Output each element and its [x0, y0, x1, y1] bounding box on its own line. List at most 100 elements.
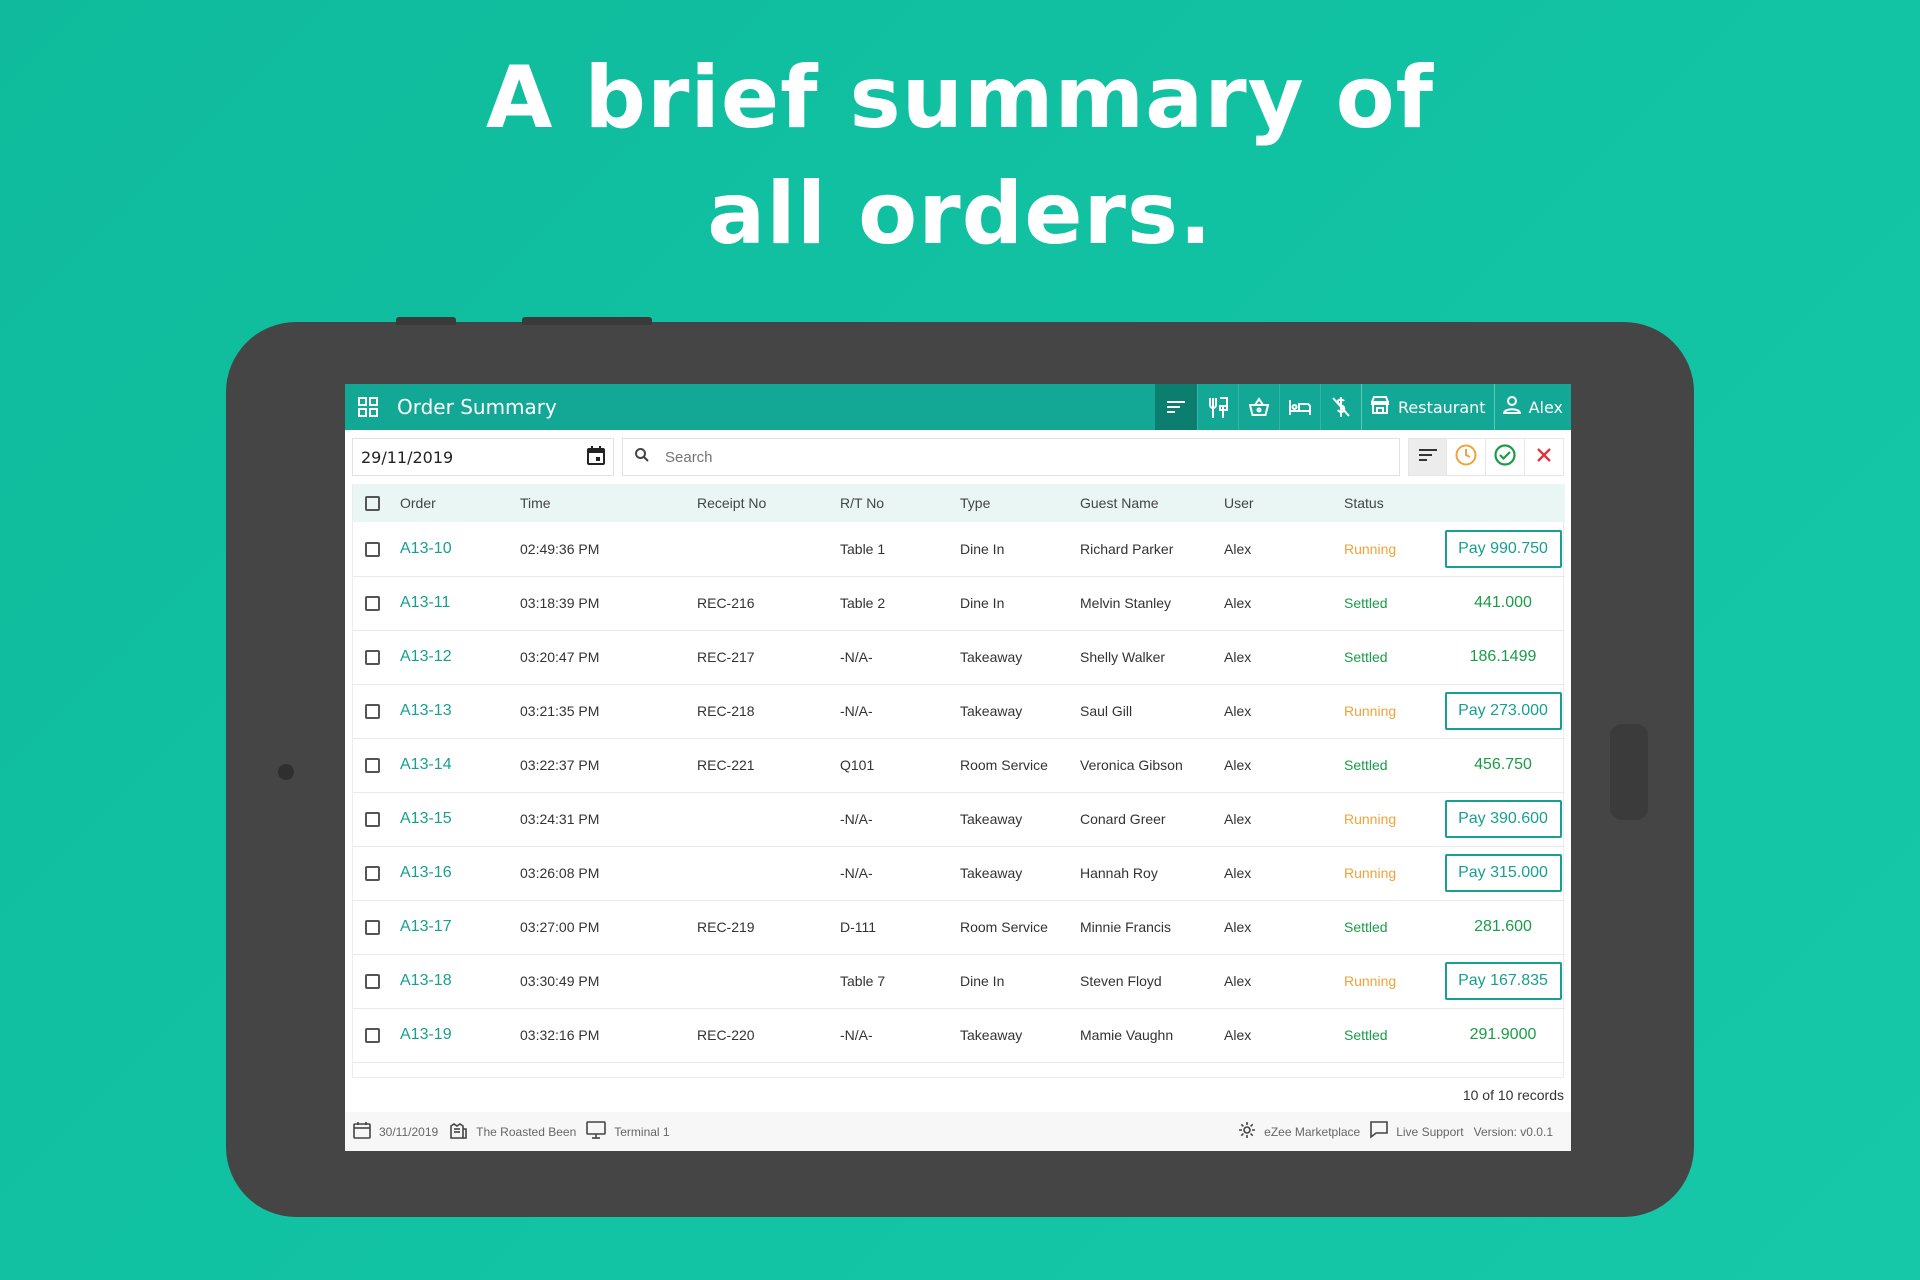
- time-cell: 03:18:39 PM: [520, 595, 600, 611]
- pay-button[interactable]: Pay 167.835: [1444, 962, 1562, 1000]
- filter-settled-button[interactable]: [1486, 438, 1525, 476]
- calendar-icon[interactable]: [587, 445, 605, 469]
- column-header-order[interactable]: Order: [400, 484, 520, 522]
- table-row[interactable]: A13-19 03:32:16 PM REC-220 -N/A- Takeaway Mam…: [353, 1008, 1565, 1062]
- order-link[interactable]: A13-18: [400, 972, 452, 989]
- row-checkbox[interactable]: [365, 758, 380, 774]
- type-cell: Takeaway: [960, 865, 1023, 881]
- order-link[interactable]: A13-17: [400, 918, 452, 935]
- row-checkbox[interactable]: [365, 650, 380, 666]
- close-icon: [1536, 447, 1552, 467]
- table-row[interactable]: A13-13 03:21:35 PM REC-218 -N/A- Takeaway Sau…: [353, 684, 1565, 738]
- status-cell: Settled: [1344, 900, 1441, 954]
- tablet-power-button: [522, 317, 652, 325]
- status-cell: Running: [1344, 792, 1441, 846]
- guest-cell: Veronica Gibson: [1080, 757, 1183, 773]
- row-checkbox[interactable]: [365, 542, 380, 558]
- apps-icon[interactable]: [345, 384, 391, 430]
- table-row[interactable]: A13-15 03:24:31 PM -N/A- Takeaway Conard Gre…: [353, 792, 1565, 846]
- row-checkbox[interactable]: [365, 1028, 380, 1044]
- table-row[interactable]: A13-18 03:30:49 PM Table 7 Dine In Steven Fl…: [353, 954, 1565, 1008]
- version-info: Version: v0.0.1: [1474, 1125, 1553, 1139]
- time-cell: 03:22:37 PM: [520, 757, 600, 773]
- row-select-cell: [353, 846, 400, 900]
- column-header-receipt[interactable]: Receipt No: [697, 484, 840, 522]
- column-header-guest[interactable]: Guest Name: [1080, 484, 1224, 522]
- row-select-cell: [353, 738, 400, 792]
- table-row[interactable]: A13-10 02:49:36 PM Table 1 Dine In Richard P…: [353, 522, 1565, 576]
- filter-running-button[interactable]: [1447, 438, 1486, 476]
- pay-button[interactable]: Pay 315.000: [1444, 854, 1562, 892]
- guest-cell: Conard Greer: [1080, 811, 1166, 827]
- amount-value: 281.600: [1474, 918, 1532, 935]
- row-checkbox[interactable]: [365, 920, 380, 936]
- order-link[interactable]: A13-14: [400, 756, 452, 773]
- row-checkbox[interactable]: [365, 974, 380, 990]
- amount-cell: Pay 990.750: [1441, 522, 1565, 576]
- column-header-amount: [1441, 484, 1565, 522]
- receipt-cell: [697, 792, 840, 846]
- basket-icon[interactable]: [1237, 384, 1279, 430]
- order-link[interactable]: A13-11: [400, 594, 450, 611]
- column-header-time[interactable]: Time: [520, 484, 697, 522]
- no-dollar-icon[interactable]: [1319, 384, 1361, 430]
- status-text: Settled: [1344, 649, 1388, 665]
- status-text: Settled: [1344, 919, 1388, 935]
- order-link[interactable]: A13-10: [400, 540, 452, 557]
- column-header-type[interactable]: Type: [960, 484, 1080, 522]
- filter-cancelled-button[interactable]: [1525, 438, 1564, 476]
- type-cell: Room Service: [960, 757, 1048, 773]
- bed-icon[interactable]: [1278, 384, 1320, 430]
- order-link[interactable]: A13-12: [400, 648, 452, 665]
- receipt-cell: [697, 954, 840, 1008]
- table-row[interactable]: A13-17 03:27:00 PM REC-219 D-111 Room Servic…: [353, 900, 1565, 954]
- amount-cell: 186.1499: [1441, 630, 1565, 684]
- filter-all-button[interactable]: [1408, 438, 1447, 476]
- search-input[interactable]: [665, 448, 1387, 466]
- table-row[interactable]: A13-12 03:20:47 PM REC-217 -N/A- Takeaway She…: [353, 630, 1565, 684]
- order-link[interactable]: A13-16: [400, 864, 452, 881]
- rt-cell: -N/A-: [840, 1027, 873, 1043]
- user-cell: Alex: [1224, 649, 1252, 665]
- guest-cell: Melvin Stanley: [1080, 595, 1172, 611]
- receipt-cell: REC-219: [697, 919, 755, 935]
- column-header-status[interactable]: Status: [1344, 484, 1441, 522]
- rt-cell: D-111: [840, 919, 877, 935]
- outlet-selector[interactable]: Restaurant: [1360, 384, 1494, 430]
- order-cell: A13-17: [400, 900, 520, 954]
- row-checkbox[interactable]: [365, 704, 380, 720]
- column-header-user[interactable]: User: [1224, 484, 1344, 522]
- row-checkbox[interactable]: [365, 866, 380, 882]
- table-header-row: Order Time Receipt No R/T No Type Guest …: [353, 484, 1565, 522]
- records-count: 10 of 10 records: [1462, 1087, 1564, 1103]
- dining-icon[interactable]: [1196, 384, 1238, 430]
- row-checkbox[interactable]: [365, 596, 380, 612]
- column-header-rt[interactable]: R/T No: [840, 484, 960, 522]
- order-link[interactable]: A13-15: [400, 810, 452, 827]
- guest-cell: Hannah Roy: [1080, 865, 1158, 881]
- live-support-link[interactable]: Live Support: [1370, 1121, 1464, 1142]
- guest-cell: Shelly Walker: [1080, 649, 1166, 665]
- table-row[interactable]: A13-14 03:22:37 PM REC-221 Q101 Room Service…: [353, 738, 1565, 792]
- order-cell: A13-10: [400, 522, 520, 576]
- table-row[interactable]: A13-16 03:26:08 PM -N/A- Takeaway Hannah Roy…: [353, 846, 1565, 900]
- type-cell: Room Service: [960, 919, 1048, 935]
- date-picker[interactable]: 29/11/2019: [352, 438, 614, 476]
- guest-cell: Minnie Francis: [1080, 919, 1172, 935]
- order-link[interactable]: A13-19: [400, 1026, 452, 1043]
- search-field[interactable]: [622, 438, 1400, 476]
- user-menu[interactable]: Alex: [1493, 384, 1571, 430]
- row-select-cell: [353, 900, 400, 954]
- pay-button[interactable]: Pay 273.000: [1444, 692, 1562, 730]
- order-link[interactable]: A13-13: [400, 702, 452, 719]
- pay-button[interactable]: Pay 990.750: [1444, 529, 1562, 568]
- marketplace-link[interactable]: eZee Marketplace: [1238, 1121, 1360, 1142]
- footer-date-value: 30/11/2019: [379, 1124, 439, 1139]
- pay-button[interactable]: Pay 390.600: [1444, 800, 1562, 838]
- row-checkbox[interactable]: [365, 812, 380, 828]
- status-text: Settled: [1344, 757, 1388, 773]
- table-row[interactable]: A13-11 03:18:39 PM REC-216 Table 2 Dine In Me…: [353, 576, 1565, 630]
- select-all-checkbox[interactable]: [365, 496, 380, 512]
- sort-icon[interactable]: [1154, 384, 1197, 430]
- store-icon: [1370, 396, 1390, 418]
